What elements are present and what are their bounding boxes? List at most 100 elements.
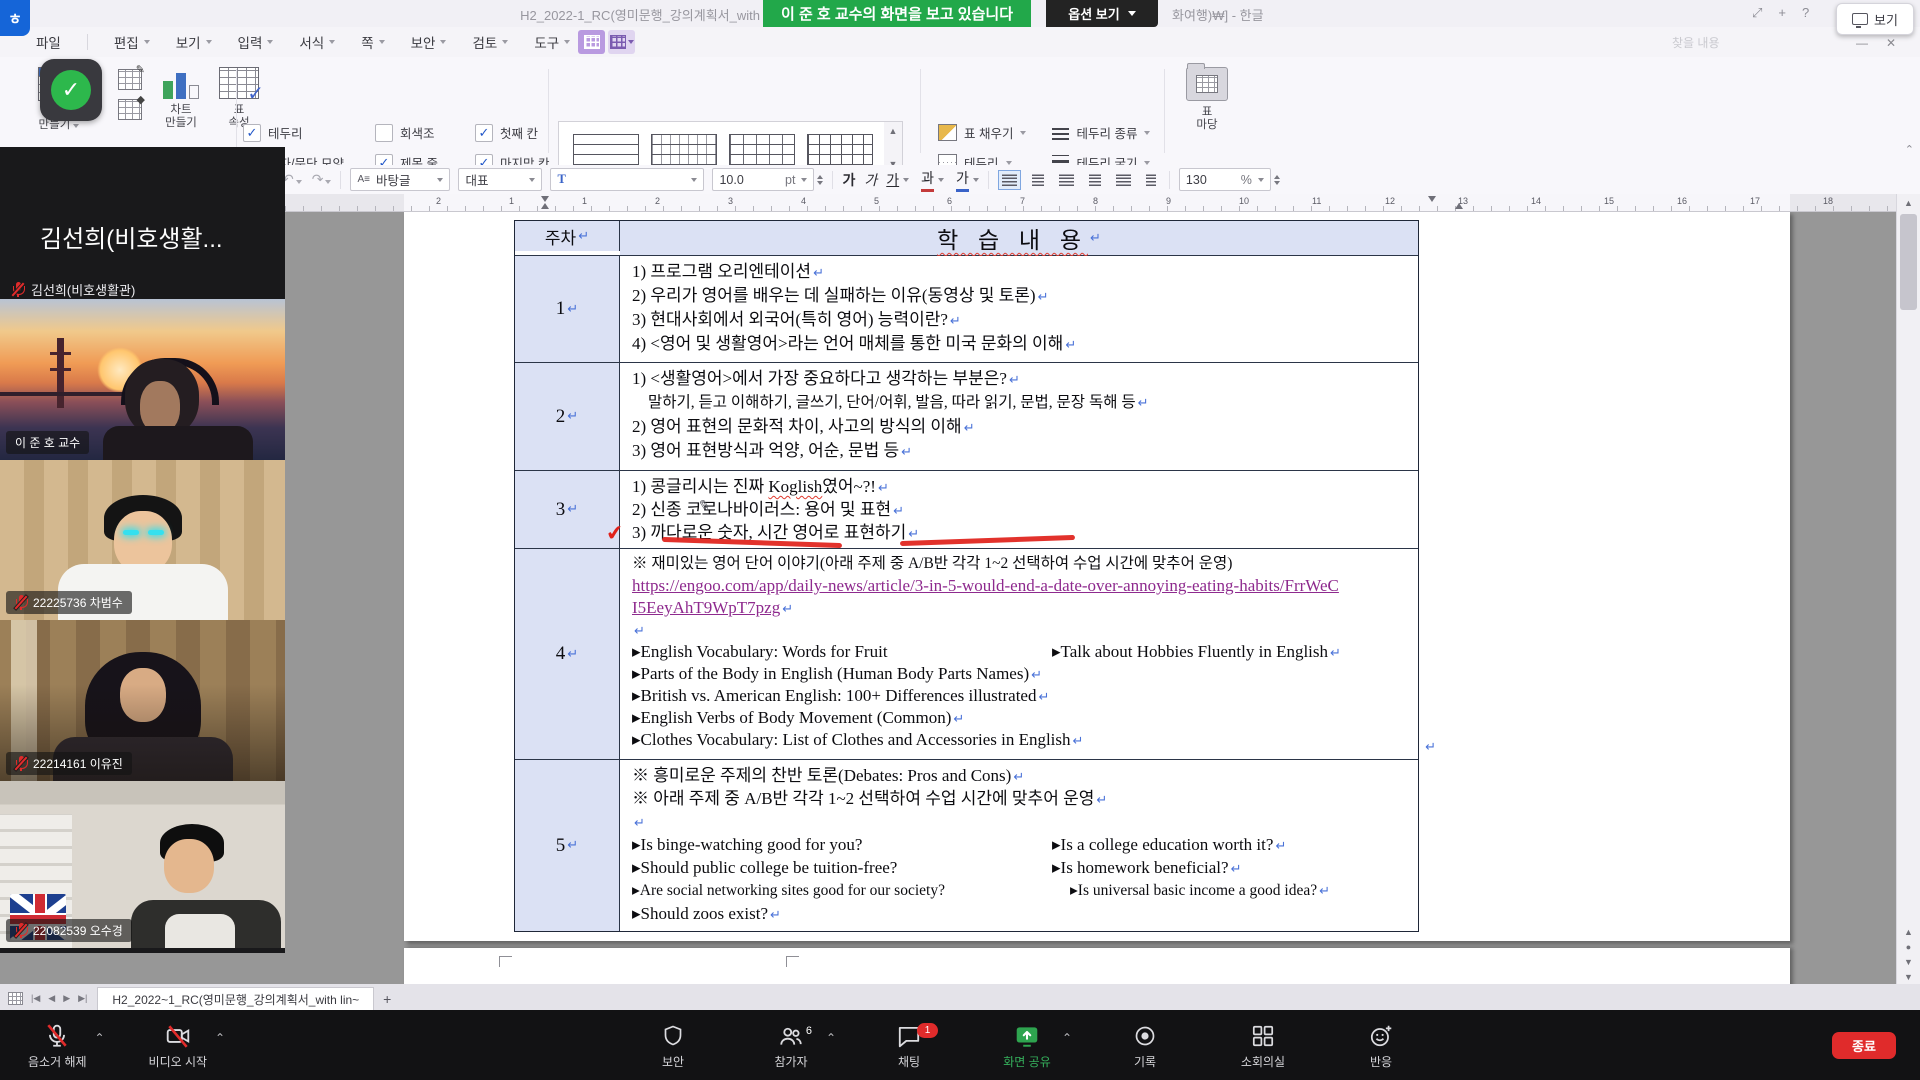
video-tile[interactable]: 22082539 오수경	[0, 781, 285, 948]
menu-서식[interactable]: 서식	[299, 32, 335, 52]
chevron-up-icon[interactable]: ⌃	[826, 1031, 836, 1045]
content-cell[interactable]: 1) 콩글리시는 진짜 Koglish였어~?!↵2) 신종 코로나바이러스: …	[620, 471, 1418, 548]
toolbar-participants-button[interactable]: 참가자⌃6	[754, 1021, 828, 1070]
hyperlink[interactable]: I5EeyAhT9WpT7pzg	[632, 598, 780, 617]
scroll-target-icon[interactable]: ●	[1906, 942, 1911, 952]
zoom-stepper[interactable]	[1274, 175, 1280, 185]
document-tab[interactable]: H2_2022~1_RC(영미문행_강의계획서_with lin~	[97, 987, 374, 1010]
line-spacing-button[interactable]	[1142, 170, 1160, 190]
paragraph-style-dropdown[interactable]: A≡ 바탕글	[350, 168, 450, 191]
font-color-button[interactable]: 과	[921, 168, 934, 192]
chevron-up-icon[interactable]: ⌃	[94, 1031, 104, 1045]
video-tile[interactable]: 이 준 호 교수	[0, 299, 285, 460]
font-size-input[interactable]: 10.0 pt	[712, 168, 814, 191]
close-icon[interactable]: ✕	[1886, 36, 1896, 50]
toolbar-video-button[interactable]: 비디오 시작⌃	[139, 1021, 218, 1070]
vertical-scrollbar[interactable]: ▲ ▲ ● ▼ ▼	[1896, 194, 1920, 984]
highlight-color-button[interactable]: 가	[956, 168, 969, 192]
italic-button[interactable]: 가	[864, 170, 877, 190]
minimize-icon[interactable]: —	[1856, 36, 1868, 50]
toolbar-security-button[interactable]: 보안	[636, 1021, 710, 1070]
view-options-button[interactable]: 옵션 보기	[1046, 0, 1158, 27]
hyperlink[interactable]: https://engoo.com/app/daily-news/article…	[632, 576, 1339, 595]
margin-marker[interactable]	[541, 203, 549, 209]
align-distribute-button[interactable]	[1112, 170, 1135, 190]
help-icon[interactable]: ?	[1802, 5, 1809, 21]
syllabus-table[interactable]: 주차↵학 습 내 용↵1↵1) 프로그램 오리엔테이션↵2) 우리가 영어를 배…	[514, 220, 1419, 932]
style-preset-dropdown[interactable]: 대표	[458, 168, 542, 191]
menu-검토[interactable]: 검토	[472, 32, 508, 52]
menu-도구[interactable]: 도구	[534, 32, 570, 52]
content-cell[interactable]: ※ 재미있는 영어 단어 이야기(아래 주제 중 A/B반 각각 1~2 선택하…	[620, 549, 1418, 759]
checkbox-box: ✓	[243, 124, 261, 142]
align-center-button[interactable]	[1055, 170, 1078, 190]
indent-marker[interactable]	[541, 196, 549, 202]
redo-icon[interactable]: ↷	[312, 171, 332, 188]
toolbar-record-button[interactable]: 기록	[1108, 1021, 1182, 1070]
right-margin-marker[interactable]	[1455, 203, 1463, 209]
content-cell[interactable]: ※ 흥미로운 주제의 찬반 토론(Debates: Pros and Cons)…	[620, 760, 1418, 931]
last-tab-icon[interactable]: ▶|	[78, 993, 87, 1004]
toolbar-reactions-button[interactable]: 반응	[1344, 1021, 1418, 1070]
checkbox-회색조[interactable]: 회색조	[375, 123, 461, 142]
right-indent-marker[interactable]	[1428, 196, 1436, 202]
ribbon-차트-만들기-button[interactable]: 차트만들기	[150, 67, 212, 130]
scrollbar-thumb[interactable]	[1900, 214, 1917, 310]
menu-파일[interactable]: 파일	[36, 32, 61, 52]
menu-입력[interactable]: 입력	[238, 32, 274, 52]
toolbar-chat-button[interactable]: 채팅1	[872, 1021, 946, 1070]
scroll-page-up-icon[interactable]: ▲	[1904, 927, 1913, 937]
font-size-stepper[interactable]	[817, 175, 823, 185]
pinned-participant-row[interactable]: 김선희(비호생활관)	[0, 254, 285, 299]
menu-쪽[interactable]: 쪽	[361, 32, 384, 52]
table-layout-icon[interactable]	[608, 30, 635, 54]
font-dropdown[interactable]: T	[550, 168, 704, 191]
underline-button[interactable]: 가	[886, 170, 899, 190]
menu-보기[interactable]: 보기	[176, 32, 212, 52]
ribbon-collapse-icon[interactable]: ⌃	[1905, 143, 1914, 156]
document-page[interactable]: 주차↵학 습 내 용↵1↵1) 프로그램 오리엔테이션↵2) 우리가 영어를 배…	[404, 212, 1790, 941]
fullscreen-icon[interactable]: ⤢	[1752, 5, 1762, 21]
paragraph-mark: ↵	[878, 481, 889, 496]
align-left-button[interactable]	[1028, 170, 1048, 190]
content-cell[interactable]: 1) <생활영어>에서 가장 중요하다고 생각하는 부분은?↵말하기, 듣고 이…	[620, 363, 1418, 470]
chevron-up-icon[interactable]: ⌃	[215, 1031, 225, 1045]
table-draw-icon[interactable]: ✎	[118, 69, 142, 90]
next-tab-icon[interactable]: ▶	[63, 993, 70, 1004]
first-tab-icon[interactable]: |◀	[31, 993, 40, 1004]
edit-helper-icon[interactable]	[578, 30, 605, 54]
align-right-button[interactable]	[1085, 170, 1105, 190]
view-button[interactable]: 보기	[1836, 3, 1914, 35]
scroll-page-down-icon[interactable]: ▼	[1904, 957, 1913, 967]
notification-badge: 1	[917, 1023, 938, 1038]
button-표 채우기[interactable]: 표 채우기	[938, 123, 1026, 142]
menu-보안[interactable]: 보안	[411, 32, 447, 52]
horizontal-ruler[interactable]: 21123456789101112131415161718	[0, 194, 1920, 212]
toolbar-breakout-button[interactable]: 소회의실	[1226, 1021, 1300, 1070]
new-tab-button[interactable]: +	[374, 988, 400, 1010]
video-tile[interactable]: 22214161 이유진	[0, 620, 285, 781]
button-테두리 종류[interactable]: 테두리 종류	[1052, 123, 1150, 142]
video-tile[interactable]: 22225736 차범수	[0, 460, 285, 620]
zoom-plus-icon[interactable]: +	[1778, 5, 1786, 21]
checkbox-첫째 칸[interactable]: ✓첫째 칸	[475, 123, 571, 142]
prev-tab-icon[interactable]: ◀	[48, 993, 55, 1004]
toolbar-share-button[interactable]: 화면 공유⌃	[990, 1021, 1064, 1070]
menu-편집[interactable]: 편집	[114, 32, 150, 52]
scroll-down-icon[interactable]: ▼	[1904, 972, 1913, 982]
tab-list-icon[interactable]	[8, 992, 23, 1005]
ribbon-표-속성-button[interactable]: ✓표속성	[208, 67, 270, 130]
checkbox-테두리[interactable]: ✓테두리	[243, 123, 361, 142]
chevron-up-icon[interactable]: ⌃	[1062, 1031, 1072, 1045]
leave-meeting-button[interactable]: 종료	[1832, 1032, 1896, 1059]
content-cell[interactable]: 1) 프로그램 오리엔테이션↵2) 우리가 영어를 배우는 데 실패하는 이유(…	[620, 256, 1418, 362]
align-justify-button[interactable]	[998, 170, 1021, 190]
scroll-up-icon[interactable]: ▲	[1897, 194, 1920, 212]
table-erase-icon[interactable]: ◆	[118, 99, 142, 120]
ruler-number: 4	[801, 196, 806, 206]
table-madang-button[interactable]: 표마당	[1178, 67, 1236, 132]
zoom-level-input[interactable]: 130 %	[1179, 168, 1271, 191]
paragraph-mark: ↵	[950, 314, 961, 329]
toolbar-mic-button[interactable]: 음소거 해제⌃	[18, 1021, 97, 1070]
bold-button[interactable]: 가	[842, 170, 855, 190]
